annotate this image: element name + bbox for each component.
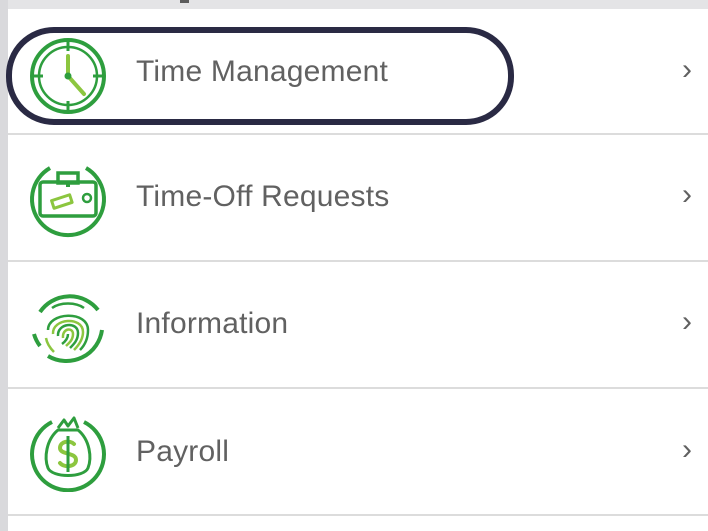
menu-item-label: Time Management bbox=[136, 55, 388, 88]
menu-item-partial bbox=[8, 517, 708, 531]
top-strip-marker bbox=[180, 0, 189, 3]
briefcase-icon bbox=[28, 158, 108, 238]
fingerprint-icon bbox=[28, 286, 108, 366]
menu-item-payroll[interactable]: Payroll › bbox=[8, 390, 708, 516]
left-edge-border bbox=[0, 0, 8, 531]
menu-item-information[interactable]: Information › bbox=[8, 263, 708, 389]
money-bag-icon bbox=[28, 412, 108, 492]
menu-item-label: Time-Off Requests bbox=[136, 180, 390, 213]
top-strip bbox=[0, 0, 708, 9]
chevron-right-icon: › bbox=[682, 433, 692, 466]
menu-item-time-management[interactable]: Time Management › bbox=[8, 9, 708, 135]
menu-item-time-off-requests[interactable]: Time-Off Requests › bbox=[8, 136, 708, 262]
main-menu: Time Management › Time-Off Requests › In… bbox=[8, 9, 708, 531]
chevron-right-icon: › bbox=[682, 53, 692, 86]
chevron-right-icon: › bbox=[682, 178, 692, 211]
clock-icon bbox=[28, 36, 108, 116]
menu-item-label: Payroll bbox=[136, 435, 230, 468]
chevron-right-icon: › bbox=[682, 305, 692, 338]
app-screen: Time Management › Time-Off Requests › In… bbox=[0, 0, 708, 531]
menu-item-label: Information bbox=[136, 307, 289, 340]
